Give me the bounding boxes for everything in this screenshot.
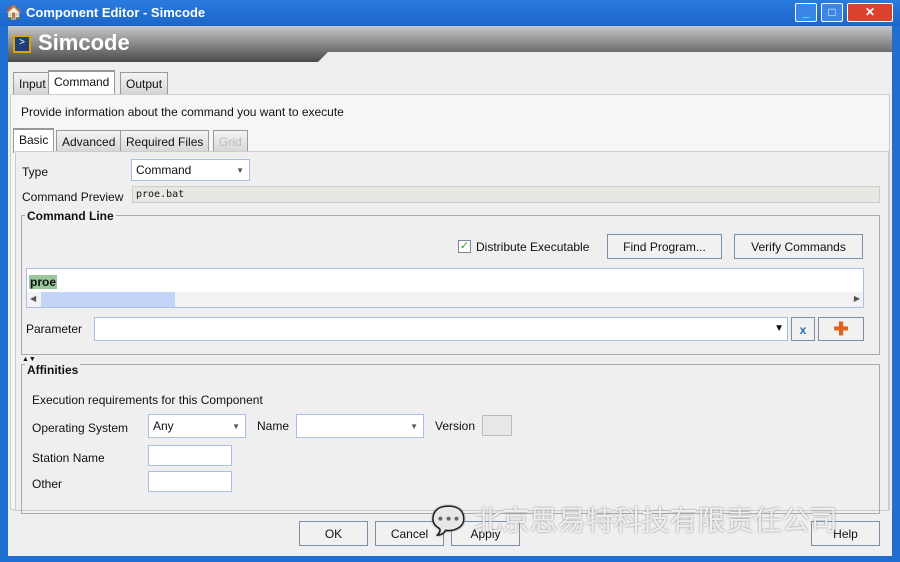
- chevron-down-icon: ▼: [410, 422, 418, 431]
- help-button[interactable]: Help: [811, 521, 880, 546]
- subtab-basic[interactable]: Basic: [13, 128, 55, 153]
- subtab-required-files[interactable]: Required Files: [120, 130, 210, 152]
- minimize-button[interactable]: _: [795, 3, 817, 22]
- station-label: Station Name: [32, 451, 105, 465]
- dialog-body: > Simcode Input Command Output Provide i…: [8, 26, 892, 556]
- close-button[interactable]: ✕: [847, 3, 893, 22]
- horizontal-scrollbar[interactable]: ◀ ▶: [27, 292, 863, 307]
- type-select[interactable]: Command ▼: [131, 159, 250, 181]
- other-label: Other: [32, 477, 63, 491]
- find-program-button[interactable]: Find Program...: [607, 234, 722, 259]
- terminal-icon: >: [13, 35, 31, 53]
- scroll-left-icon[interactable]: ◀: [30, 294, 36, 303]
- tab-input[interactable]: Input: [13, 72, 52, 94]
- command-line-group: Command Line ✓ Distribute Executable Fin…: [21, 209, 880, 355]
- description: Provide information about the command yo…: [21, 105, 344, 119]
- subtab-advanced[interactable]: Advanced: [56, 130, 122, 152]
- parameter-combobox[interactable]: ▼: [94, 317, 788, 341]
- window-title: Component Editor - Simcode: [26, 5, 206, 20]
- tab-output[interactable]: Output: [120, 72, 169, 94]
- command-text-area[interactable]: proe ◀ ▶: [26, 268, 864, 308]
- version-field: [482, 415, 512, 436]
- add-icon[interactable]: ✚: [818, 317, 864, 341]
- verify-commands-button[interactable]: Verify Commands: [734, 234, 863, 259]
- affinities-title: Affinities: [25, 363, 81, 377]
- parameter-label: Parameter: [26, 322, 83, 336]
- chevron-down-icon: ▼: [232, 422, 240, 431]
- requirements-label: Execution requirements for this Componen…: [32, 393, 263, 407]
- distribute-checkbox[interactable]: ✓: [458, 240, 471, 253]
- banner-title: Simcode: [38, 30, 130, 55]
- splitter-handle[interactable]: ▲▼: [22, 356, 36, 363]
- banner: > Simcode: [8, 26, 892, 62]
- affinities-group: Affinities Execution requirements for th…: [21, 363, 880, 514]
- ok-button[interactable]: OK: [299, 521, 368, 546]
- command-line-title: Command Line: [25, 209, 116, 223]
- preview-label: Command Preview: [22, 190, 124, 204]
- app-icon: 🏠: [5, 4, 23, 20]
- type-value: Command: [136, 163, 192, 177]
- station-input[interactable]: [148, 445, 232, 466]
- other-input[interactable]: [148, 471, 232, 492]
- os-value: Any: [153, 419, 174, 433]
- name-select[interactable]: ▼: [296, 414, 424, 438]
- os-select[interactable]: Any ▼: [148, 414, 246, 438]
- title-bar: 🏠 Component Editor - Simcode _ □ ✕: [0, 0, 900, 26]
- cancel-button[interactable]: Cancel: [375, 521, 444, 546]
- scrollbar-thumb[interactable]: [41, 292, 175, 307]
- type-label: Type: [22, 165, 49, 179]
- subtab-grid: Grid: [213, 130, 248, 152]
- maximize-button[interactable]: □: [821, 3, 843, 22]
- apply-button[interactable]: Apply: [451, 521, 520, 546]
- name-label: Name: [257, 419, 290, 433]
- command-panel: Provide information about the command yo…: [10, 94, 890, 514]
- scroll-right-icon[interactable]: ▶: [854, 294, 860, 303]
- tab-command[interactable]: Command: [48, 70, 116, 95]
- basic-panel: Type Command ▼ Command Preview proe.bat C…: [15, 151, 889, 514]
- os-label: Operating System: [32, 421, 129, 435]
- chevron-down-icon: ▼: [236, 166, 244, 175]
- chevron-down-icon[interactable]: ▼: [774, 323, 784, 334]
- insert-variable-icon[interactable]: x: [791, 317, 815, 341]
- command-text: proe: [29, 275, 58, 289]
- preview-field: proe.bat: [132, 186, 880, 203]
- distribute-label: Distribute Executable: [476, 240, 590, 254]
- version-label: Version: [435, 419, 476, 433]
